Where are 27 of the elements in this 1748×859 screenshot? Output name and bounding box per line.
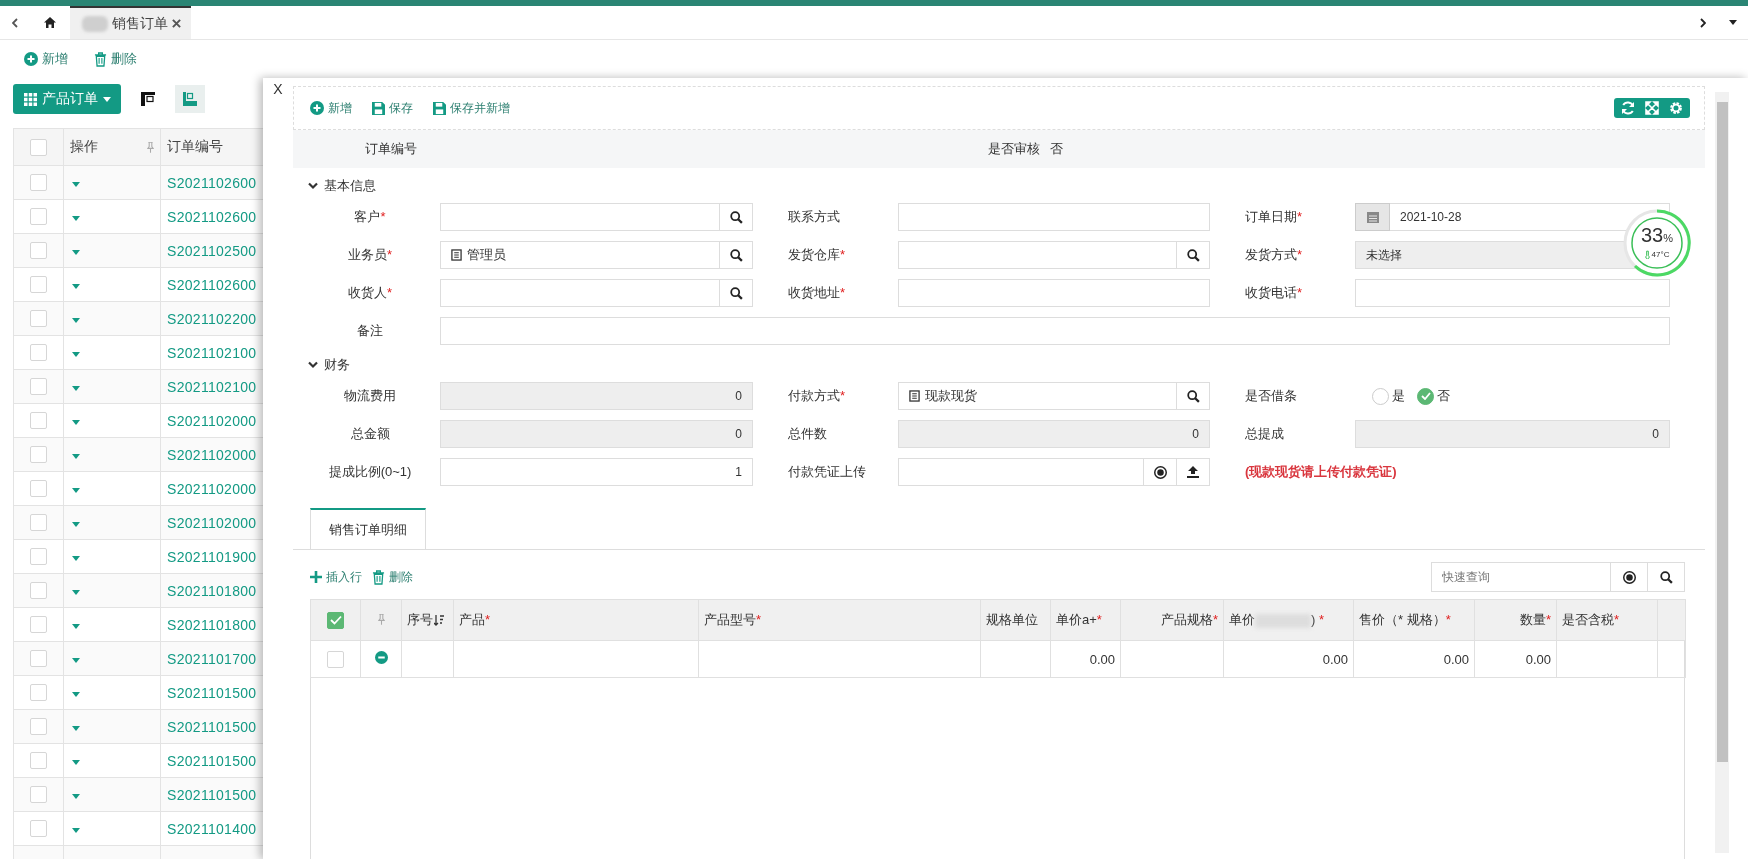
field-label: 发货方式*: [1244, 246, 1304, 264]
field-label: 客户*: [353, 208, 387, 226]
field-label: 联系方式: [787, 208, 841, 226]
field-label: 是否借条: [1244, 387, 1298, 405]
field-label: 付款方式*: [787, 387, 847, 405]
hint-text: (现款现货请上传付款凭证): [1244, 463, 1398, 481]
table-cell: 0.00: [1322, 651, 1348, 667]
field-label: 收货地址*: [787, 284, 847, 302]
field-label: 业务员*: [346, 246, 394, 264]
field-label: 总件数: [787, 425, 828, 443]
field-label: 总提成: [1244, 425, 1285, 443]
table-cell: 0.00: [1525, 651, 1551, 667]
field-label: 备注: [356, 322, 384, 340]
field-label: 收货电话*: [1244, 284, 1304, 302]
temperature-text: 47°C: [1651, 250, 1670, 259]
field-label: 订单日期*: [1244, 208, 1304, 226]
field-label: 付款凭证上传: [787, 463, 867, 481]
field-label: 是否审核: [988, 140, 1040, 158]
field-label: 发货仓库*: [787, 246, 847, 264]
table-cell: 0.00: [1089, 651, 1115, 667]
field-label: 物流费用: [343, 387, 397, 405]
field-value: 否: [1050, 140, 1063, 158]
field-label: 收货人*: [346, 284, 394, 302]
field-label: 总金额: [349, 425, 391, 443]
field-label: 提成比例(0~1): [327, 463, 413, 481]
table-cell: 0.00: [1443, 651, 1469, 667]
field-label: 订单编号: [365, 140, 418, 158]
